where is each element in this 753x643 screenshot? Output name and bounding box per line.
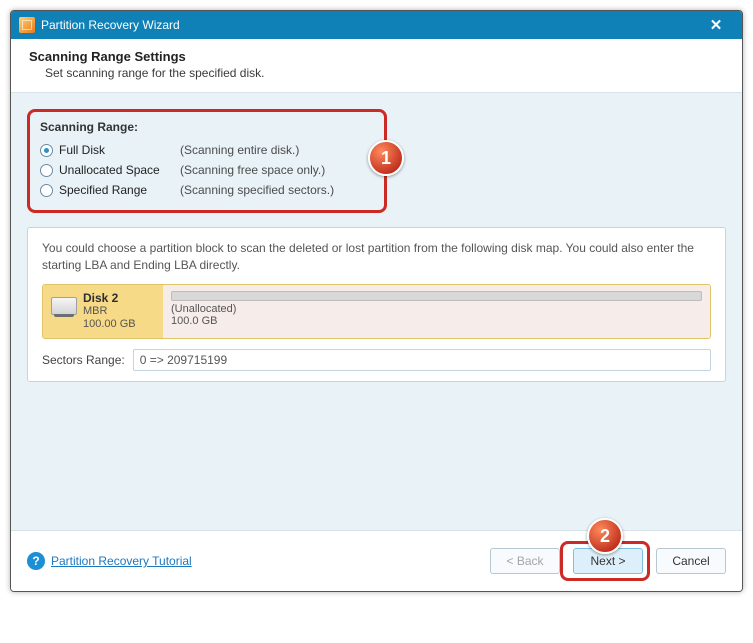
window-title: Partition Recovery Wizard xyxy=(41,18,696,32)
close-button[interactable]: ✕ xyxy=(696,14,736,36)
radio-full-disk[interactable]: Full Disk (Scanning entire disk.) xyxy=(40,140,374,160)
app-icon xyxy=(19,17,35,33)
back-button[interactable]: < Back xyxy=(490,548,560,574)
radio-desc: (Scanning specified sectors.) xyxy=(180,183,334,197)
body-spacer xyxy=(27,382,726,522)
disk-scheme: MBR xyxy=(83,305,136,319)
wizard-body: Scanning Range: Full Disk (Scanning enti… xyxy=(11,93,742,530)
region-bar xyxy=(171,291,702,301)
titlebar: Partition Recovery Wizard ✕ xyxy=(11,11,742,39)
disk-header: Disk 2 MBR 100.00 GB xyxy=(43,285,163,339)
radio-label: Unallocated Space xyxy=(59,163,174,177)
radio-label: Full Disk xyxy=(59,143,174,157)
sectors-range-row: Sectors Range: xyxy=(42,349,711,371)
wizard-header: Scanning Range Settings Set scanning ran… xyxy=(11,39,742,93)
help-icon: ? xyxy=(27,552,45,570)
annotation-badge-1: 1 xyxy=(368,140,404,176)
sectors-input[interactable] xyxy=(133,349,711,371)
disk-name: Disk 2 xyxy=(83,291,136,305)
region-size: 100.0 GB xyxy=(171,315,702,327)
close-icon: ✕ xyxy=(710,16,723,34)
region-label: (Unallocated) xyxy=(171,303,702,315)
sectors-label: Sectors Range: xyxy=(42,353,125,367)
disk-map-panel: You could choose a partition block to sc… xyxy=(27,227,726,382)
radio-label: Specified Range xyxy=(59,183,174,197)
wizard-footer: ? Partition Recovery Tutorial < Back Nex… xyxy=(11,530,742,591)
panel-description: You could choose a partition block to sc… xyxy=(42,240,711,274)
radio-icon xyxy=(40,184,53,197)
group-title: Scanning Range: xyxy=(40,120,374,134)
radio-specified[interactable]: Specified Range (Scanning specified sect… xyxy=(40,180,374,200)
tutorial-link[interactable]: Partition Recovery Tutorial xyxy=(51,554,192,568)
disk-size: 100.00 GB xyxy=(83,318,136,332)
scanning-range-group: Scanning Range: Full Disk (Scanning enti… xyxy=(27,109,387,213)
annotation-badge-2: 2 xyxy=(587,518,623,554)
radio-icon xyxy=(40,144,53,157)
radio-icon xyxy=(40,164,53,177)
radio-unallocated[interactable]: Unallocated Space (Scanning free space o… xyxy=(40,160,374,180)
page-title: Scanning Range Settings xyxy=(29,49,724,64)
disk-region[interactable]: (Unallocated) 100.0 GB xyxy=(163,285,710,339)
next-highlight: Next > 2 xyxy=(560,541,650,581)
radio-desc: (Scanning free space only.) xyxy=(180,163,325,177)
radio-desc: (Scanning entire disk.) xyxy=(180,143,299,157)
page-subtitle: Set scanning range for the specified dis… xyxy=(45,66,724,80)
disk-info: Disk 2 MBR 100.00 GB xyxy=(83,291,136,333)
disk-map-row[interactable]: Disk 2 MBR 100.00 GB (Unallocated) 100.0… xyxy=(42,284,711,340)
hdd-icon xyxy=(51,297,77,315)
cancel-button[interactable]: Cancel xyxy=(656,548,726,574)
wizard-window: Partition Recovery Wizard ✕ Scanning Ran… xyxy=(10,10,743,592)
